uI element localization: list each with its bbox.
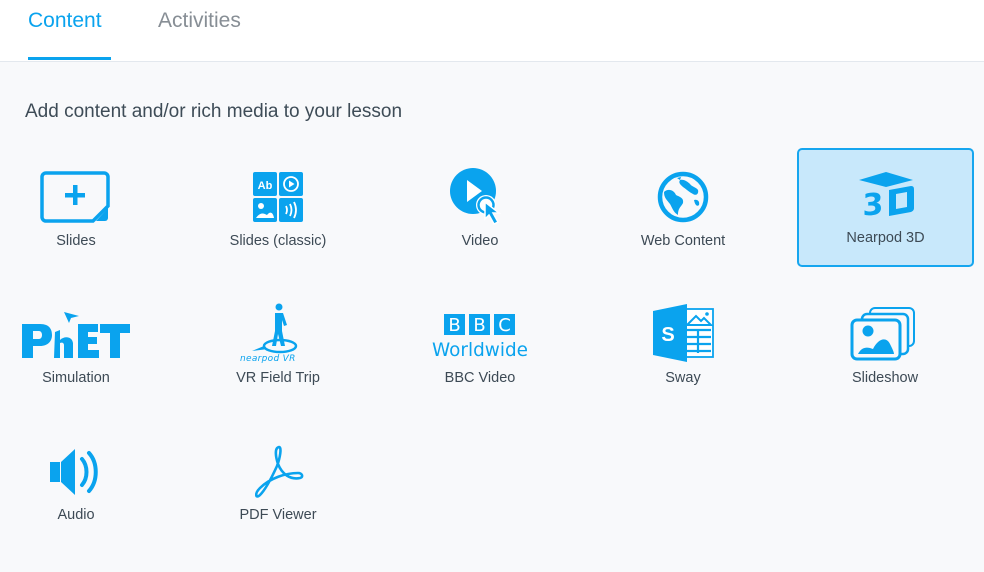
tile-slideshow[interactable]: Slideshow xyxy=(797,288,973,406)
tile-label: Video xyxy=(461,233,499,249)
tile-label: VR Field Trip xyxy=(236,370,320,386)
tile-video[interactable]: Video xyxy=(392,150,568,268)
tile-label: PDF Viewer xyxy=(239,507,317,523)
tab-content[interactable]: Content xyxy=(28,9,102,33)
tile-web-content[interactable]: Web Content xyxy=(595,150,771,268)
tab-activities[interactable]: Activities xyxy=(158,9,241,33)
bbc-worldwide-logo-icon: B B C Worldwide xyxy=(394,306,566,364)
sway-s: S xyxy=(661,324,674,346)
worldwide-text: Worldwide xyxy=(432,339,528,360)
tile-simulation[interactable]: Simulation xyxy=(0,288,164,406)
tile-label: Web Content xyxy=(640,233,726,249)
tile-sway[interactable]: S Sway xyxy=(595,288,771,406)
nearpod-vr-walker-icon: nearpod VR xyxy=(192,303,364,363)
tile-label: Slides (classic) xyxy=(229,233,327,249)
bbc-c: C xyxy=(498,315,511,336)
acrobat-pdf-icon xyxy=(192,443,364,501)
tile-label: Nearpod 3D xyxy=(846,230,925,246)
speaker-icon xyxy=(0,443,162,501)
tile-label: Sway xyxy=(665,370,701,386)
active-tab-indicator xyxy=(28,57,111,60)
slides-add-icon xyxy=(0,168,162,226)
video-play-cursor-icon xyxy=(394,168,566,226)
slideshow-images-icon xyxy=(799,304,971,362)
tile-label: BBC Video xyxy=(444,370,516,386)
section-heading: Add content and/or rich media to your le… xyxy=(25,101,403,122)
bbc-b1: B xyxy=(448,315,460,336)
tile-label: Simulation xyxy=(42,370,110,386)
tile-slides-classic[interactable]: Ab Slides (classic) xyxy=(190,150,366,268)
tab-bar: Content Activities xyxy=(0,0,984,62)
nearpod-vr-text: nearpod VR xyxy=(240,354,296,363)
ab-text: Ab xyxy=(258,180,273,192)
tile-label: Audio xyxy=(57,507,95,523)
tile-slides[interactable]: Slides xyxy=(0,150,164,268)
globe-icon xyxy=(597,168,769,226)
3-glyph: 3 xyxy=(862,187,883,220)
tile-nearpod-3d[interactable]: 3 Nearpod 3D xyxy=(797,148,974,267)
phet-logo-icon xyxy=(0,306,162,364)
slides-classic-grid-icon: Ab xyxy=(192,168,364,226)
nearpod-3d-icon: 3 xyxy=(799,166,972,224)
tile-label: Slides xyxy=(56,233,96,249)
tile-label: Slideshow xyxy=(851,370,919,386)
sway-logo-icon: S xyxy=(597,304,769,362)
bbc-b2: B xyxy=(473,315,485,336)
tile-pdf-viewer[interactable]: PDF Viewer xyxy=(190,425,366,543)
tile-vr-field-trip[interactable]: nearpod VR VR Field Trip xyxy=(190,288,366,406)
tile-bbc-video[interactable]: B B C Worldwide BBC Video xyxy=(392,288,568,406)
tile-audio[interactable]: Audio xyxy=(0,425,164,543)
